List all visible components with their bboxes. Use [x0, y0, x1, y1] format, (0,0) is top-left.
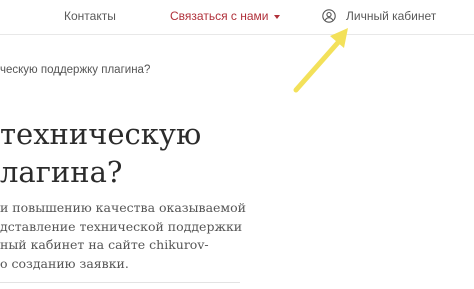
page-title-line: техническую [0, 117, 202, 151]
top-navigation: Контакты Связаться с нами Личный кабинет [0, 0, 474, 35]
intro-line: о созданию заявки. [0, 255, 129, 271]
page-title: техническую лагина? [0, 115, 201, 191]
nav-link-cabinet[interactable]: Личный кабинет [322, 8, 436, 23]
section-divider [0, 282, 240, 283]
breadcrumb[interactable]: ческую поддержку плагина? [0, 64, 150, 76]
intro-line: и повышению качества оказываемой [0, 200, 247, 215]
intro-line: ный кабинет на сайте chikurov- [0, 237, 209, 252]
page-title-line: лагина? [0, 155, 123, 189]
intro-paragraph: и повышению качества оказываемой дставле… [0, 199, 246, 273]
user-circle-icon [322, 9, 336, 23]
nav-dropdown-contact-us[interactable]: Связаться с нами [170, 9, 281, 23]
chevron-down-icon [274, 14, 281, 19]
cabinet-label: Личный кабинет [346, 8, 437, 23]
intro-line: дставление технической поддержки [0, 218, 243, 234]
nav-link-contacts[interactable]: Контакты [64, 9, 116, 23]
arrow-annotation [293, 28, 348, 93]
contact-us-label: Связаться с нами [170, 9, 269, 23]
